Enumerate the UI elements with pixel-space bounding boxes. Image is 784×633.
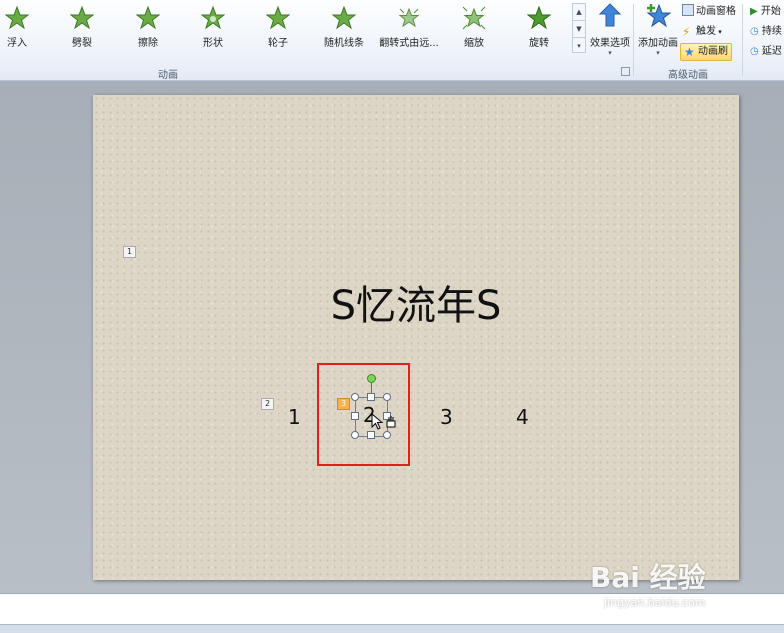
timing-duration[interactable]: ◷ 持续 (750, 24, 782, 40)
trigger-label: 触发 (696, 26, 716, 37)
gallery-item-spin[interactable]: 旋转 (509, 4, 569, 50)
baidu-watermark: Bai 经验 jingyan.baidu.com (590, 556, 780, 626)
star-float-in-icon (5, 6, 29, 30)
gallery-item-float-in[interactable]: 浮入 (0, 4, 47, 50)
gallery-item-label: 擦除 (138, 38, 158, 49)
effect-options-button[interactable]: 效果选项 ▾ (588, 2, 632, 57)
gallery-item-label: 缩放 (464, 38, 484, 49)
clock-icon: ◷ (750, 46, 759, 57)
resize-handle[interactable] (367, 393, 375, 401)
star-flip-icon (398, 7, 420, 28)
gallery-item-zoom[interactable]: 缩放 (444, 4, 504, 50)
slide-title[interactable]: S忆流年S (93, 273, 739, 331)
lightning-icon: ⚡ (682, 25, 691, 39)
gallery-item-label: 浮入 (7, 38, 27, 49)
gallery-item-random-bars[interactable]: 随机线条 (314, 4, 374, 50)
gallery-scroll-down-icon[interactable]: ▼ (573, 21, 585, 38)
star-spin-icon (527, 6, 551, 30)
animation-painter-icon: ★ (684, 45, 695, 59)
group-label-advanced-animation: 高级动画 (668, 70, 708, 81)
star-shape-icon (201, 6, 225, 30)
timing-start-label: 开始 (760, 6, 781, 17)
animation-gallery: 浮入 劈裂 擦除 形状 轮子 随机线条 翻转式由远... 缩放 旋转 ▲ ▼ ▾ (0, 0, 586, 64)
animation-painter-label: 动画刷 (698, 46, 728, 57)
gallery-item-label: 旋转 (529, 38, 549, 49)
add-animation-button[interactable]: 添加动画 ▾ (638, 2, 678, 57)
gallery-item-label: 随机线条 (324, 38, 364, 49)
star-wipe-icon (136, 6, 160, 30)
resize-handle[interactable] (383, 393, 391, 401)
add-animation-label: 添加动画 (638, 38, 678, 49)
number-text[interactable]: 4 (516, 405, 529, 429)
gallery-item-flip[interactable]: 翻转式由远... (379, 4, 439, 50)
animation-pane-icon (682, 4, 694, 16)
gallery-item-label: 形状 (203, 38, 223, 49)
chevron-down-icon: ▾ (716, 28, 722, 36)
chevron-down-icon: ▾ (656, 49, 660, 57)
add-animation-star-icon (646, 3, 671, 28)
clock-icon: ◷ (750, 26, 759, 37)
gallery-item-label: 劈裂 (72, 38, 92, 49)
star-zoom-icon (462, 6, 486, 30)
gallery-item-shape[interactable]: 形状 (183, 4, 243, 50)
animation-tag-selected[interactable]: 3 (337, 398, 351, 410)
slide-workspace: 1 S忆流年S 2 1 3 2 3 4 (0, 81, 784, 593)
animation-painter-button[interactable]: ★ 动画刷 (680, 43, 732, 61)
slide-canvas[interactable]: 1 S忆流年S 2 1 3 2 3 4 (93, 95, 739, 580)
star-wheel-icon (266, 6, 290, 30)
number-text[interactable]: 3 (440, 405, 453, 429)
gallery-item-wheel[interactable]: 轮子 (248, 4, 308, 50)
gallery-more-icon[interactable]: ▾ (573, 38, 585, 54)
resize-handle[interactable] (351, 412, 359, 420)
painter-brush-cursor-icon (386, 416, 396, 428)
play-icon: ▶ (750, 6, 758, 17)
ribbon-separator (742, 4, 743, 76)
ribbon: 浮入 劈裂 擦除 形状 轮子 随机线条 翻转式由远... 缩放 旋转 ▲ ▼ ▾… (0, 0, 784, 81)
timing-start[interactable]: ▶ 开始 (750, 4, 781, 20)
up-arrow-icon (598, 3, 622, 27)
gallery-item-wipe[interactable]: 擦除 (118, 4, 178, 50)
resize-handle[interactable] (367, 431, 375, 439)
ribbon-separator (633, 4, 634, 76)
timing-delay-label: 延迟 (761, 46, 782, 57)
number-text[interactable]: 1 (288, 405, 301, 429)
group-label-animation: 动画 (158, 70, 178, 81)
gallery-item-split[interactable]: 劈裂 (52, 4, 112, 50)
animation-pane-label: 动画窗格 (696, 6, 736, 17)
timing-delay[interactable]: ◷ 延迟 (750, 44, 782, 60)
star-random-bars-icon (332, 6, 356, 30)
chevron-down-icon: ▾ (608, 49, 612, 57)
resize-handle[interactable] (383, 431, 391, 439)
dialog-launcher-icon[interactable] (621, 67, 630, 76)
animation-tag[interactable]: 1 (123, 246, 137, 258)
gallery-item-label: 轮子 (268, 38, 288, 49)
effect-options-label: 效果选项 (590, 38, 630, 49)
trigger-button[interactable]: ⚡ 触发 ▾ (682, 24, 722, 40)
gallery-scrollbar[interactable]: ▲ ▼ ▾ (572, 3, 586, 53)
gallery-item-label: 翻转式由远... (379, 38, 439, 49)
star-split-icon (70, 6, 94, 30)
resize-handle[interactable] (351, 393, 359, 401)
animation-tag[interactable]: 2 (261, 398, 275, 410)
resize-handle[interactable] (351, 431, 359, 439)
timing-duration-label: 持续 (761, 26, 782, 37)
watermark-logo-text: Bai 经验 (590, 561, 706, 594)
gallery-scroll-up-icon[interactable]: ▲ (573, 4, 585, 21)
watermark-url: jingyan.baidu.com (604, 596, 706, 609)
mouse-cursor-icon (371, 413, 384, 430)
animation-pane-button[interactable]: 动画窗格 (682, 4, 736, 20)
